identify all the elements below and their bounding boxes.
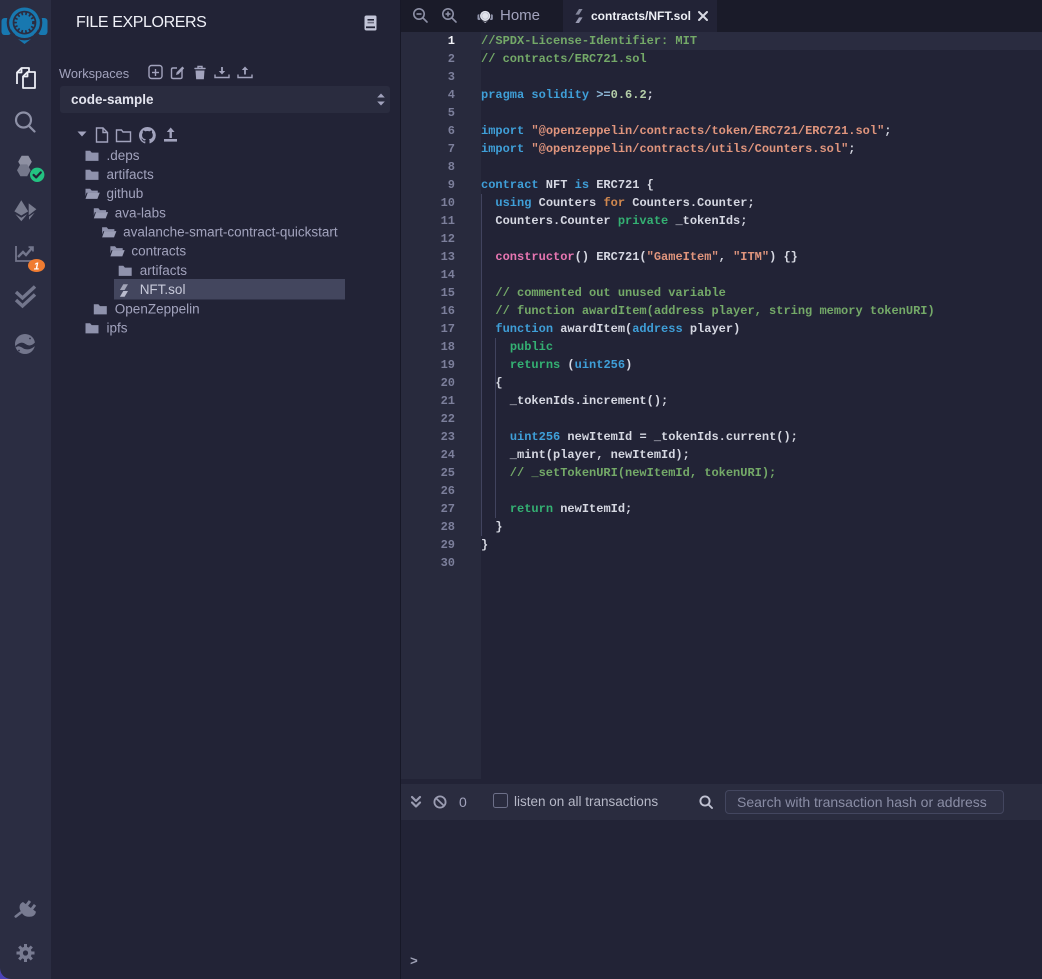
svg-text:contracts: contracts: [131, 244, 186, 259]
svg-text:.deps: .deps: [107, 148, 140, 163]
svg-text:artifacts: artifacts: [140, 263, 188, 278]
svg-text:OpenZeppelin: OpenZeppelin: [115, 302, 200, 317]
svg-text:artifacts: artifacts: [107, 167, 155, 182]
svg-text:avalanche-smart-contract-quick: avalanche-smart-contract-quickstart: [123, 225, 338, 240]
svg-text:ava-labs: ava-labs: [115, 206, 166, 221]
svg-text:ipfs: ipfs: [107, 321, 128, 336]
svg-text:1: 1: [34, 262, 40, 273]
svg-text:NFT.sol: NFT.sol: [140, 282, 186, 297]
svg-text:github: github: [107, 186, 144, 201]
